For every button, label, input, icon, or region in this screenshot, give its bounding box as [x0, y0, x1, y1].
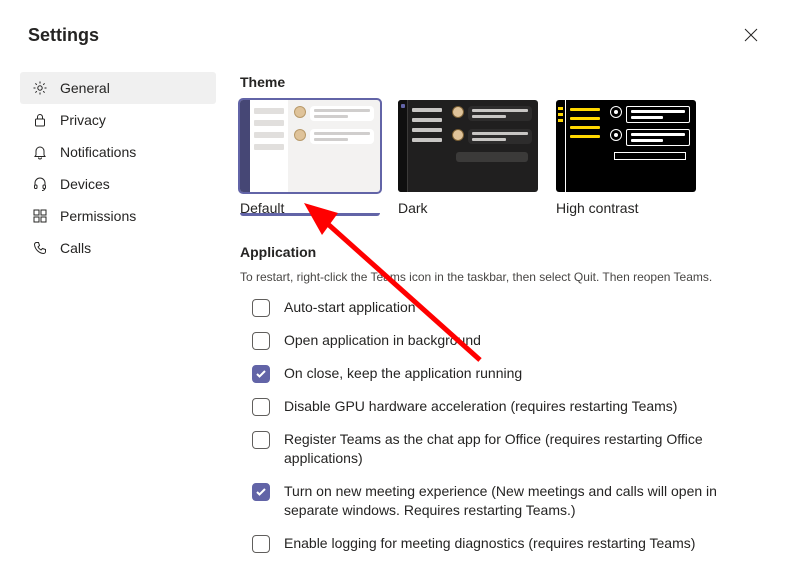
checkbox[interactable]: [252, 431, 270, 449]
close-button[interactable]: [736, 20, 766, 50]
theme-option-dark[interactable]: Dark: [398, 100, 538, 216]
sidebar-item-permissions[interactable]: Permissions: [20, 200, 216, 232]
option-auto-start[interactable]: Auto-start application: [252, 298, 770, 317]
checkbox[interactable]: [252, 483, 270, 501]
sidebar-item-notifications[interactable]: Notifications: [20, 136, 216, 168]
theme-label: Dark: [398, 200, 538, 216]
close-icon: [744, 28, 758, 42]
option-new-meeting-experience[interactable]: Turn on new meeting experience (New meet…: [252, 482, 770, 520]
page-title: Settings: [28, 25, 99, 46]
theme-preview-dark: [398, 100, 538, 192]
settings-sidebar: General Privacy Notifications Devices Pe: [20, 64, 216, 567]
sidebar-item-label: Calls: [60, 240, 91, 256]
option-label: Register Teams as the chat app for Offic…: [284, 430, 770, 468]
application-options: Auto-start application Open application …: [240, 298, 770, 553]
option-label: Open application in background: [284, 331, 481, 350]
sidebar-item-general[interactable]: General: [20, 72, 216, 104]
theme-preview-high-contrast: [556, 100, 696, 192]
checkbox[interactable]: [252, 398, 270, 416]
theme-label: Default: [240, 200, 380, 216]
checkbox[interactable]: [252, 365, 270, 383]
sidebar-item-label: Permissions: [60, 208, 136, 224]
option-label: Auto-start application: [284, 298, 416, 317]
option-label: Disable GPU hardware acceleration (requi…: [284, 397, 677, 416]
theme-options: Default Dark: [240, 100, 770, 216]
application-note: To restart, right-click the Teams icon i…: [240, 270, 770, 284]
settings-content: Theme Default: [240, 64, 770, 567]
theme-preview-default: [240, 100, 380, 192]
option-register-chat-app[interactable]: Register Teams as the chat app for Offic…: [252, 430, 770, 468]
gear-icon: [32, 80, 48, 96]
checkbox[interactable]: [252, 535, 270, 553]
headset-icon: [32, 176, 48, 192]
checkbox[interactable]: [252, 332, 270, 350]
option-open-background[interactable]: Open application in background: [252, 331, 770, 350]
sidebar-item-label: Notifications: [60, 144, 136, 160]
option-label: On close, keep the application running: [284, 364, 522, 383]
phone-icon: [32, 240, 48, 256]
sidebar-item-privacy[interactable]: Privacy: [20, 104, 216, 136]
theme-heading: Theme: [240, 74, 770, 90]
option-enable-logging[interactable]: Enable logging for meeting diagnostics (…: [252, 534, 770, 553]
lock-icon: [32, 112, 48, 128]
theme-option-high-contrast[interactable]: High contrast: [556, 100, 696, 216]
sidebar-item-label: Privacy: [60, 112, 106, 128]
sidebar-item-devices[interactable]: Devices: [20, 168, 216, 200]
option-disable-gpu[interactable]: Disable GPU hardware acceleration (requi…: [252, 397, 770, 416]
theme-option-default[interactable]: Default: [240, 100, 380, 216]
sidebar-item-label: General: [60, 80, 110, 96]
option-label: Enable logging for meeting diagnostics (…: [284, 534, 695, 553]
application-heading: Application: [240, 244, 770, 260]
permissions-icon: [32, 208, 48, 224]
option-label: Turn on new meeting experience (New meet…: [284, 482, 770, 520]
checkbox[interactable]: [252, 299, 270, 317]
option-keep-running[interactable]: On close, keep the application running: [252, 364, 770, 383]
settings-header: Settings: [0, 0, 790, 64]
theme-label: High contrast: [556, 200, 696, 216]
bell-icon: [32, 144, 48, 160]
sidebar-item-label: Devices: [60, 176, 110, 192]
sidebar-item-calls[interactable]: Calls: [20, 232, 216, 264]
